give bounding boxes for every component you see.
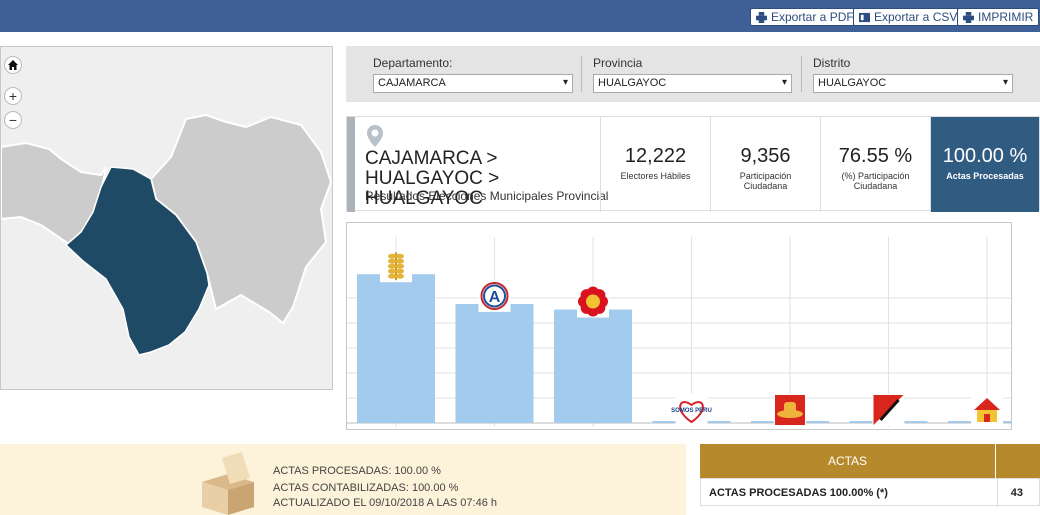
district-map xyxy=(1,113,332,356)
stat-actas-value: 100.00 % xyxy=(942,145,1028,167)
zoom-out-label: − xyxy=(8,112,18,128)
map-panel[interactable]: + − xyxy=(0,46,333,390)
stat-participacion-pct: 76.55 % (%) Participación Ciudadana xyxy=(820,117,930,212)
stats-panel: CAJAMARCA > HUALGAYOC > HUALGAYOC Result… xyxy=(346,116,1040,212)
ballot-box-icon xyxy=(202,452,254,515)
stat-actas-label: Actas Procesadas xyxy=(946,171,1024,181)
stat-actas: 100.00 % Actas Procesadas xyxy=(930,117,1039,212)
summary-panel: ACTAS PROCESADAS: 100.00 % ACTAS CONTABI… xyxy=(0,444,686,515)
wheat-icon xyxy=(380,250,412,283)
export-csv-button[interactable]: Exportar a CSV xyxy=(853,8,964,26)
filter-divider xyxy=(801,56,802,92)
table-row: ACTAS PROCESADAS 100.00% (*) 43 xyxy=(700,478,1040,507)
chart-bar-party-3[interactable] xyxy=(554,309,632,423)
filter-bar: Departamento: CAJAMARCA Provincia HUALGA… xyxy=(346,46,1040,102)
shovel-icon xyxy=(872,394,905,426)
chart-bar-party-1[interactable] xyxy=(357,274,435,423)
actas-table-header: ACTAS xyxy=(700,444,1040,478)
departamento-label: Departamento: xyxy=(373,56,453,70)
stat-participacion-pct-label: (%) Participación Ciudadana xyxy=(841,171,910,191)
results-chart: A SOMOS PERU xyxy=(346,222,1026,430)
export-csv-label: Exportar a CSV xyxy=(874,10,958,24)
stat-electores: 12,222 Electores Hábiles xyxy=(600,117,710,212)
zoom-out-button[interactable]: − xyxy=(4,111,22,129)
svg-text:A: A xyxy=(489,289,501,306)
printer-icon xyxy=(963,11,974,23)
distrito-select[interactable]: HUALGAYOC xyxy=(813,74,1013,93)
chart-bar-party-2[interactable] xyxy=(455,303,534,423)
actas-header-label: ACTAS xyxy=(700,444,996,478)
print-button[interactable]: IMPRIMIR xyxy=(957,8,1040,26)
export-pdf-button[interactable]: Exportar a PDF xyxy=(750,8,860,26)
zoom-in-button[interactable]: + xyxy=(4,87,22,105)
stat-electores-value: 12,222 xyxy=(624,145,687,167)
provincia-filter: Provincia HUALGAYOC xyxy=(593,56,792,96)
stat-participacion-pct-value: 76.55 % xyxy=(838,145,913,167)
actas-row-value: 43 xyxy=(1010,487,1023,499)
provincia-select[interactable]: HUALGAYOC xyxy=(593,74,792,93)
somos-peru-heart-icon: SOMOS PERU xyxy=(671,394,712,426)
location-pin-icon xyxy=(367,125,383,147)
provincia-label: Provincia xyxy=(593,56,643,70)
map-home-button[interactable] xyxy=(4,56,22,74)
results-chart-svg: A SOMOS PERU xyxy=(347,237,1026,427)
house-icon xyxy=(971,394,1003,426)
summary-actas-procesadas: ACTAS PROCESADAS: 100.00 % xyxy=(273,465,441,477)
location-accent xyxy=(347,117,355,212)
hat-icon xyxy=(774,394,806,426)
zoom-in-label: + xyxy=(8,88,18,104)
stat-electores-label: Electores Hábiles xyxy=(620,171,691,181)
departamento-select[interactable]: CAJAMARCA xyxy=(373,74,573,93)
actas-row-label: ACTAS PROCESADAS 100.00% (*) xyxy=(709,487,888,499)
distrito-filter: Distrito HUALGAYOC xyxy=(813,56,1013,96)
actas-row-divider xyxy=(997,479,998,507)
print-label: IMPRIMIR xyxy=(978,10,1034,24)
red-flower-icon xyxy=(577,285,609,318)
location-subtitle: Resultados Elecciones Municipales Provin… xyxy=(365,189,609,203)
top-toolbar: Exportar a PDF Exportar a CSV IMPRIMIR xyxy=(0,0,1040,32)
summary-actas-contabilizadas: ACTAS CONTABILIZADAS: 100.00 % xyxy=(273,482,459,494)
summary-actualizado: ACTUALIZADO EL 09/10/2018 A LAS 07:46 h xyxy=(273,497,498,509)
stat-participacion-value: 9,356 xyxy=(740,145,791,167)
spreadsheet-icon xyxy=(859,12,870,22)
distrito-label: Distrito xyxy=(813,56,851,70)
filter-divider xyxy=(581,56,582,92)
letter-a-icon: A xyxy=(478,279,511,312)
stat-participacion-label: Participación Ciudadana xyxy=(739,171,792,191)
departamento-filter: Departamento: CAJAMARCA xyxy=(373,56,573,96)
printer-icon xyxy=(756,11,767,23)
stat-participacion: 9,356 Participación Ciudadana xyxy=(710,117,820,212)
home-icon xyxy=(8,60,18,70)
export-pdf-label: Exportar a PDF xyxy=(771,10,854,24)
svg-text:SOMOS PERU: SOMOS PERU xyxy=(671,408,712,414)
